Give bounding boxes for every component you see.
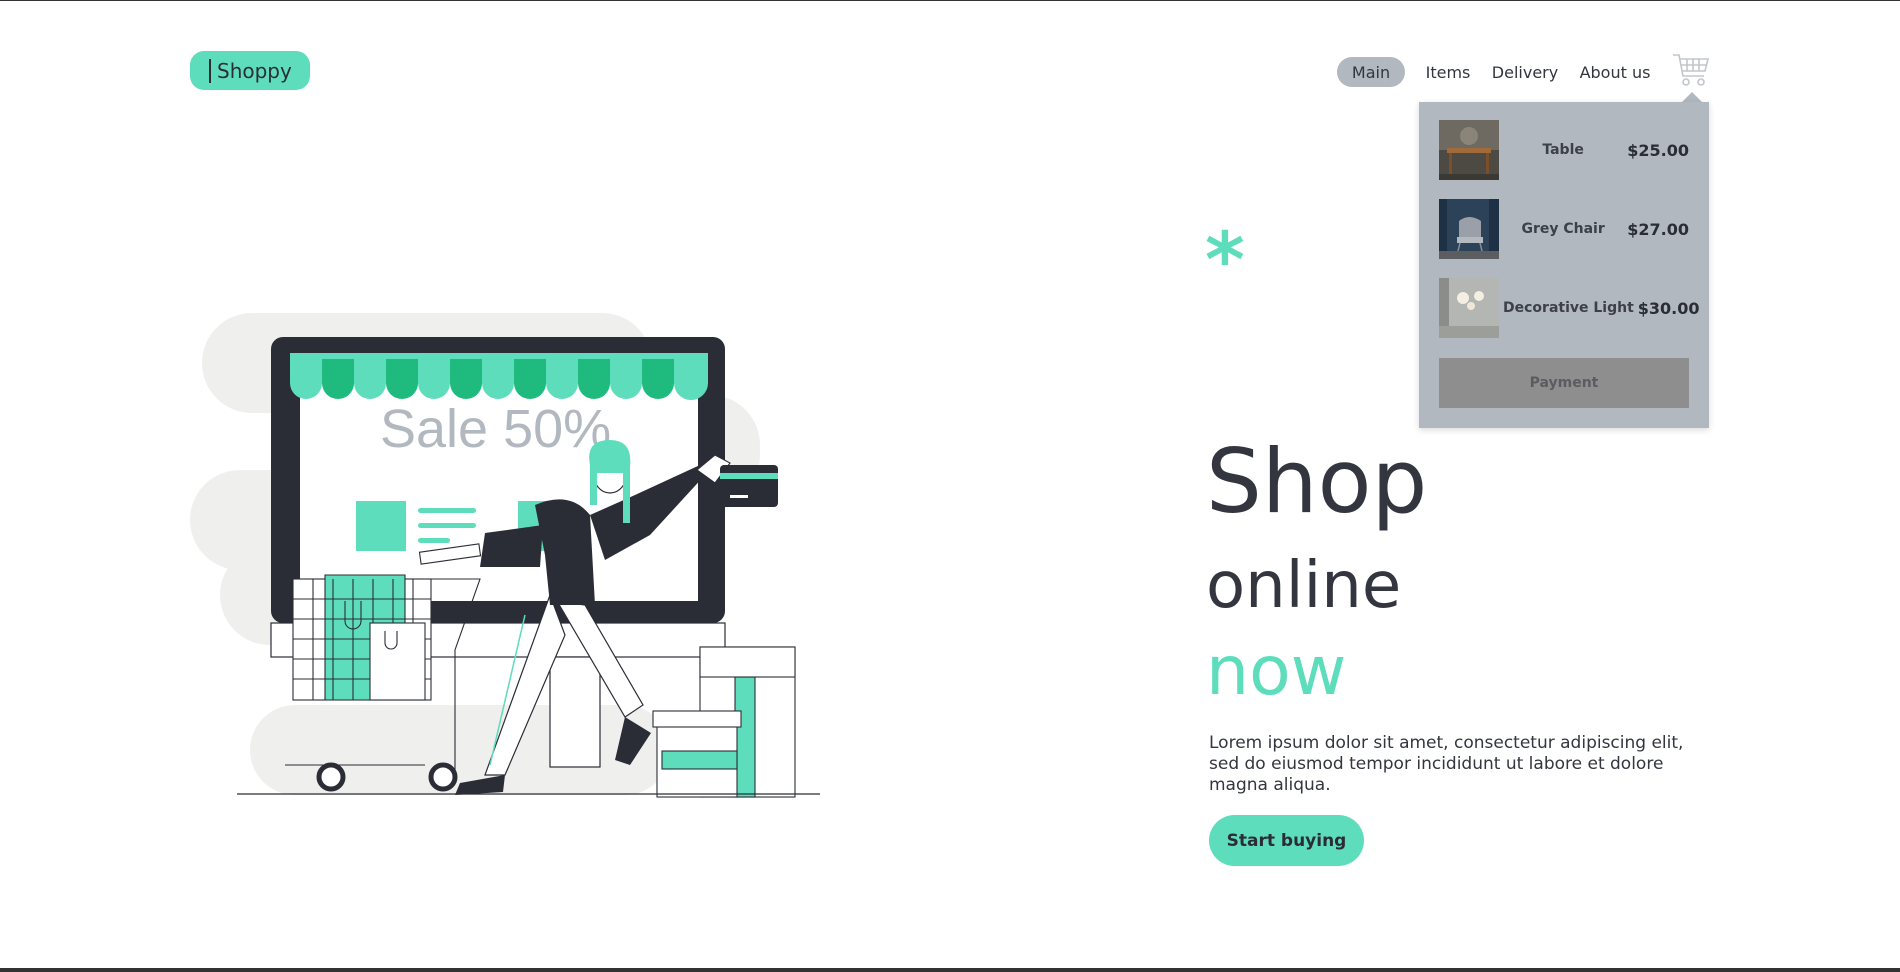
lamp-photo-icon — [1439, 278, 1499, 338]
logo-text: Shoppy — [217, 58, 292, 83]
window-bottom-border — [0, 968, 1900, 972]
cart-item[interactable]: Table $25.00 — [1439, 120, 1689, 180]
cart-item[interactable]: Grey Chair $27.00 — [1439, 199, 1689, 259]
nav-main[interactable]: Main — [1337, 57, 1405, 87]
shopping-illustration: Sale 50% — [190, 313, 820, 798]
nav-delivery[interactable]: Delivery — [1492, 57, 1558, 87]
hero-description: Lorem ipsum dolor sit amet, consectetur … — [1209, 733, 1684, 795]
cart-item-name: Table — [1542, 142, 1584, 158]
cart-dropdown: Table $25.00 Grey Chair $27.00 Decorativ… — [1419, 102, 1709, 428]
asterisk-decoration: * — [1205, 215, 1245, 304]
hero-title-line1: Shop — [1206, 430, 1428, 533]
shopping-cart-icon[interactable] — [1672, 52, 1710, 88]
chair-photo-icon — [1439, 199, 1499, 259]
hero-title-line2: online — [1206, 549, 1402, 623]
hero-title-line3: now — [1206, 632, 1347, 711]
cart-item-price: $27.00 — [1627, 219, 1689, 239]
cart-item-price: $30.00 — [1637, 298, 1700, 318]
table-photo-icon — [1439, 120, 1499, 180]
logo-cursor-bar — [209, 58, 211, 83]
sale-text: Sale 50% — [380, 399, 611, 459]
dropdown-pointer — [1682, 92, 1702, 102]
payment-button[interactable]: Payment — [1439, 358, 1689, 408]
nav-items[interactable]: Items — [1425, 57, 1471, 87]
cart-item-name: Grey Chair — [1521, 221, 1605, 237]
cart-item-price: $25.00 — [1627, 140, 1689, 160]
nav-about-us[interactable]: About us — [1579, 57, 1651, 87]
window-top-border — [0, 0, 1900, 1]
cart-item-name: Decorative Light — [1503, 300, 1634, 316]
cart-item[interactable]: Decorative Light $30.00 — [1439, 278, 1700, 338]
logo[interactable]: Shoppy — [190, 51, 310, 90]
start-buying-button[interactable]: Start buying — [1209, 815, 1364, 866]
